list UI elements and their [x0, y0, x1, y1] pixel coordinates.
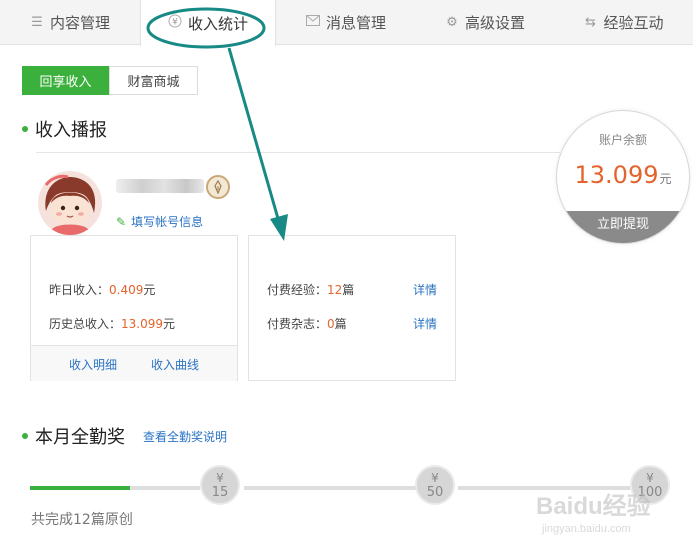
paid-experience-detail-link[interactable]: 详情	[413, 281, 437, 298]
milestone-value: 15	[211, 485, 229, 500]
completed-count-text: 共完成12篇原创	[31, 512, 133, 528]
paid-magazine-label: 付费杂志：	[267, 317, 328, 331]
progress-track-segment	[244, 486, 416, 490]
yen-icon: ¥	[216, 471, 224, 485]
attendance-heading: 本月全勤奖 查看全勤奖说明	[22, 423, 227, 449]
svg-text:¥: ¥	[172, 18, 178, 28]
sub-tabs: 回享收入 财富商城	[22, 66, 198, 95]
avatar[interactable]	[38, 171, 102, 235]
tab-content-management[interactable]: ☰ 内容管理	[0, 0, 140, 45]
paid-magazine-unit: 篇	[334, 317, 347, 331]
total-income-label: 历史总收入：	[49, 317, 122, 331]
subtab-wealth-mall[interactable]: 财富商城	[109, 66, 198, 95]
paid-experience-unit: 篇	[342, 283, 355, 297]
section-divider	[36, 152, 560, 153]
balance-amount: 13.099	[574, 161, 659, 189]
tab-label: 消息管理	[325, 14, 386, 32]
bullet-dot	[22, 126, 28, 132]
tab-label: 收入统计	[187, 14, 248, 33]
yesterday-income-unit: 元	[143, 283, 156, 297]
username-blurred	[116, 179, 204, 193]
total-income-unit: 元	[163, 317, 176, 331]
attendance-title: 本月全勤奖	[35, 427, 125, 448]
yen-icon: ¥	[431, 471, 439, 485]
tab-income-statistics[interactable]: ¥ 收入统计	[140, 0, 276, 46]
balance-label: 账户余额	[598, 133, 647, 147]
gear-icon: ⚙	[446, 15, 458, 30]
paid-experience-label: 付费经验：	[267, 283, 328, 297]
milestone-value: 50	[426, 485, 444, 500]
progress-fill	[30, 486, 130, 490]
broadcast-heading: 收入播报	[22, 116, 107, 142]
paid-magazine-count: 0	[327, 317, 335, 331]
income-summary-box: 昨日收入：0.409元 历史总收入：13.099元 收入明细 收入曲线	[30, 235, 238, 381]
tab-advanced-settings[interactable]: ⚙ 高级设置	[416, 0, 554, 45]
paid-experience-count: 12	[327, 283, 343, 297]
level-badge-icon	[206, 175, 230, 199]
total-income-row: 历史总收入：13.099元	[49, 315, 175, 332]
annotation-arrow-line	[227, 47, 281, 223]
mail-icon	[305, 15, 320, 30]
yesterday-income-label: 昨日收入：	[49, 283, 110, 297]
yesterday-income-value: 0.409	[109, 283, 144, 297]
milestone-50: ¥ 50	[415, 465, 455, 505]
broadcast-title: 收入播报	[35, 120, 107, 141]
total-income-value: 13.099	[121, 317, 164, 331]
paid-magazine-detail-link[interactable]: 详情	[413, 315, 437, 332]
attendance-explain-link[interactable]: 查看全勤奖说明	[143, 428, 227, 445]
tab-label: 内容管理	[49, 14, 110, 32]
tab-message-management[interactable]: 消息管理	[276, 0, 416, 45]
yen-icon: ¥	[646, 471, 654, 485]
paid-content-box: 付费经验：12篇 详情 付费杂志：0篇 详情	[248, 235, 456, 381]
account-balance-card: 账户余额 13.099元 立即提现	[556, 110, 690, 244]
list-icon: ☰	[31, 15, 43, 30]
top-tab-bar: ☰ 内容管理 ¥ 收入统计 消息管理 ⚙ 高级设置 ⇆ 经验互动	[0, 0, 693, 46]
milestone-15: ¥ 15	[200, 465, 240, 505]
balance-unit: 元	[659, 172, 672, 186]
tab-label: 经验互动	[603, 14, 664, 32]
bullet-dot	[22, 433, 28, 439]
tab-experience-interaction[interactable]: ⇆ 经验互动	[554, 0, 693, 45]
paid-magazine-row: 付费杂志：0篇	[267, 315, 347, 332]
watermark-text: Baidu经验	[536, 492, 651, 520]
edit-account-label: 填写帐号信息	[131, 215, 204, 229]
yesterday-income-row: 昨日收入：0.409元	[49, 281, 155, 298]
swap-icon: ⇆	[585, 15, 596, 30]
edit-account-info-link[interactable]: ✎ 填写帐号信息	[116, 213, 203, 230]
balance-value-wrap: 13.099元	[557, 161, 689, 189]
withdraw-button[interactable]: 立即提现	[557, 211, 689, 243]
baidu-watermark-logo: Baidu经验 jingyan.baidu.com	[536, 492, 651, 535]
paid-experience-row: 付费经验：12篇	[267, 281, 354, 298]
watermark-sub: jingyan.baidu.com	[541, 523, 631, 535]
income-detail-link[interactable]: 收入明细	[69, 356, 117, 373]
income-box-footer: 收入明细 收入曲线	[31, 345, 237, 381]
tab-label: 高级设置	[464, 14, 525, 32]
income-curve-link[interactable]: 收入曲线	[151, 356, 199, 373]
yen-icon: ¥	[168, 14, 182, 32]
pencil-icon: ✎	[116, 214, 127, 229]
subtab-share-income[interactable]: 回享收入	[22, 66, 109, 95]
